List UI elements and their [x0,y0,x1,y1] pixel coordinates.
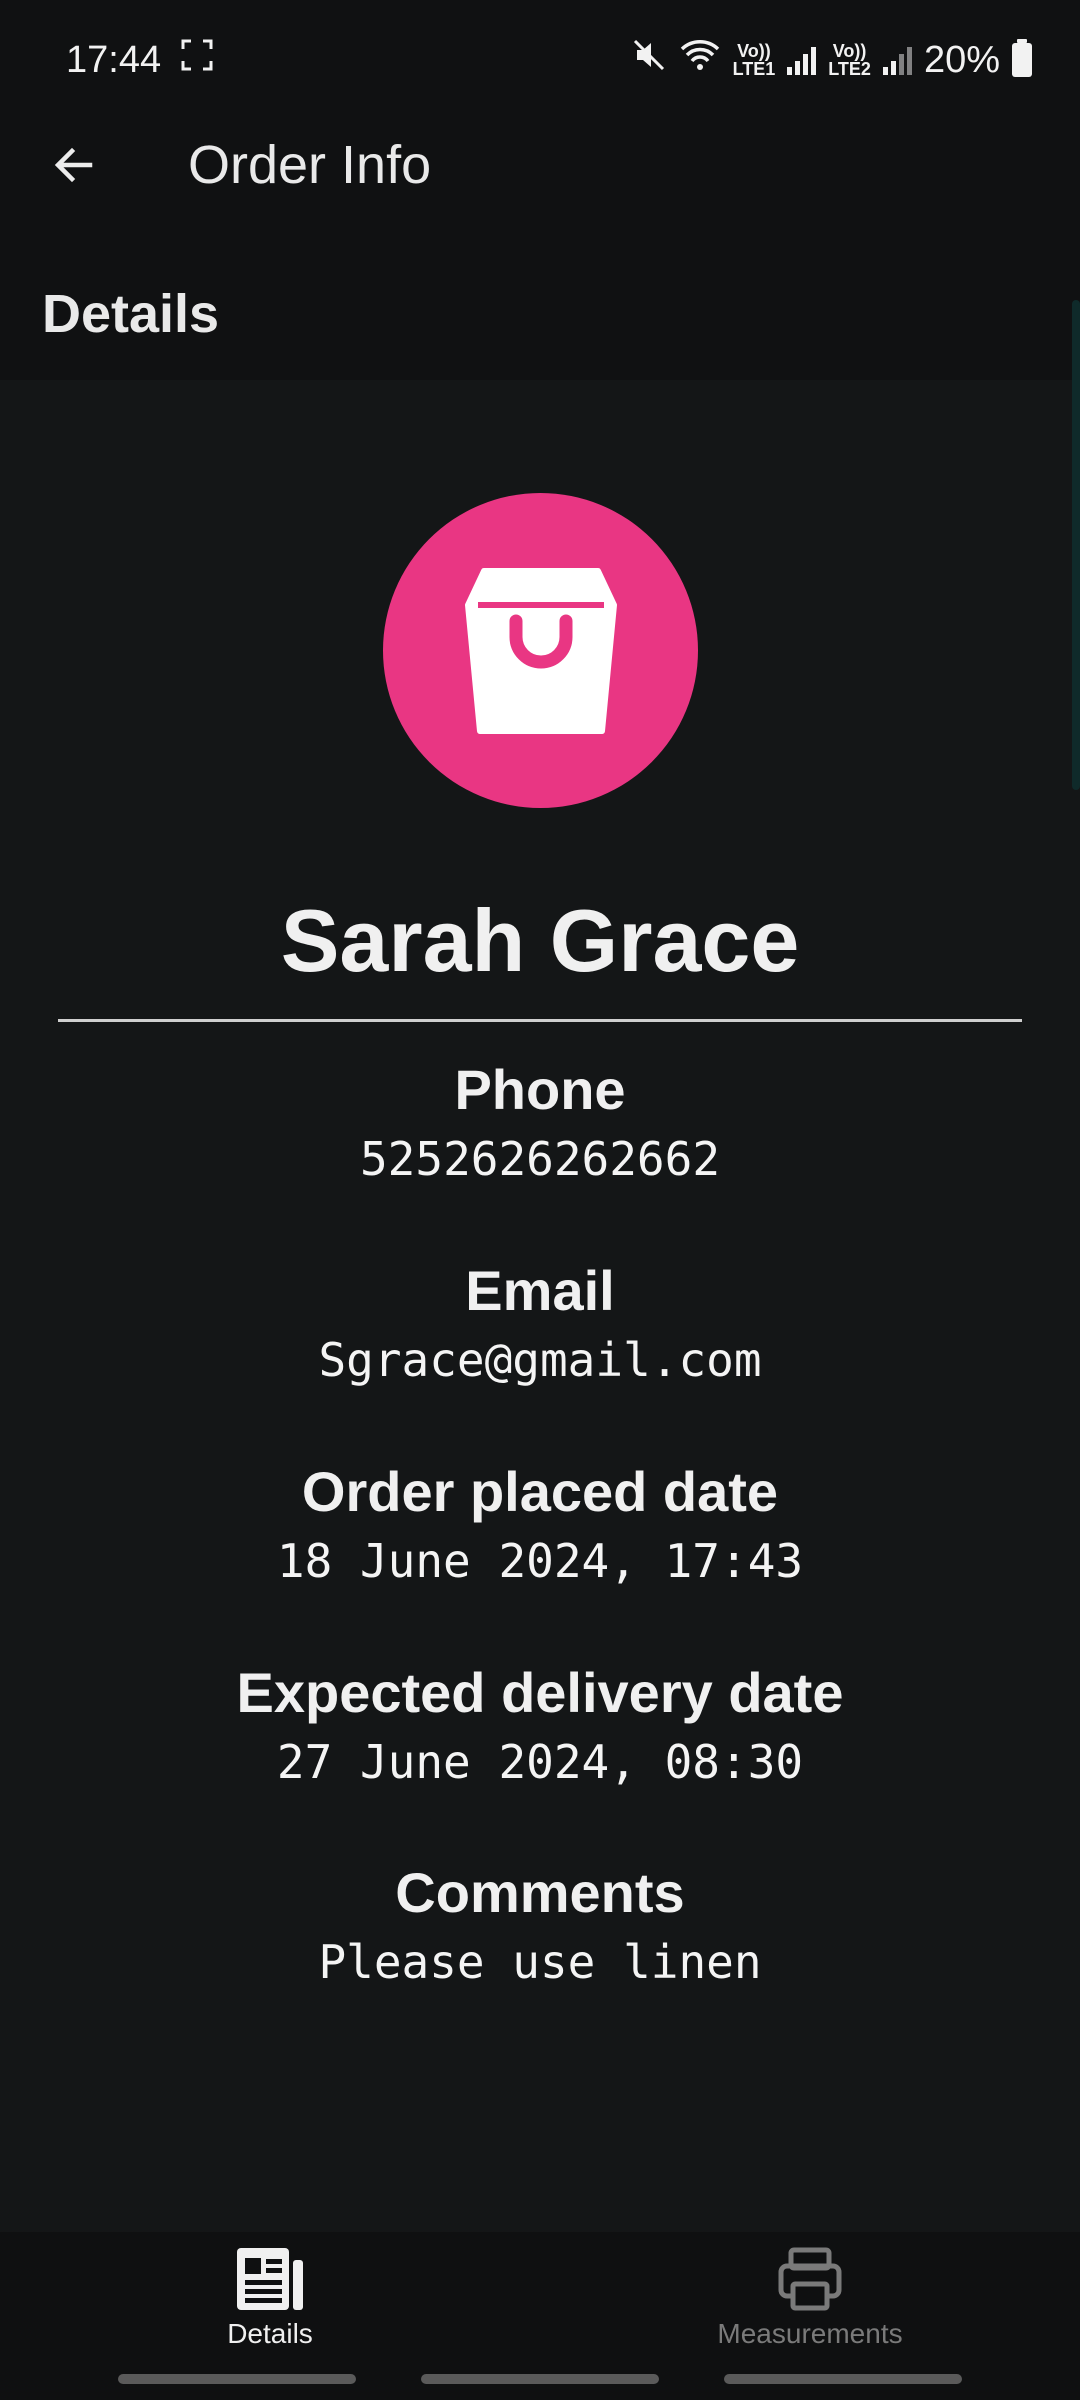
order-placed-field: Order placed date 18 June 2024, 17:43 [0,1460,1080,1594]
screenshot-icon [179,37,215,83]
section-title-label: Details [42,284,220,344]
field-label: Expected delivery date [236,1661,844,1724]
status-time: 17:44 [66,38,162,81]
arrow-left-icon [54,147,93,183]
sim1-label: Vo)) LTE1 [732,41,776,79]
field-label: Email [465,1259,615,1322]
scroll-indicator [1072,300,1080,790]
gesture-navigation-bar [0,2374,1080,2386]
section-title: Details [0,248,1080,380]
signal-icon [787,45,817,75]
comments-field: Comments Please use linen [0,1861,1080,1995]
email-value: Sgrace@gmail.com [318,1333,762,1387]
delivery-date-field: Expected delivery date 27 June 2024, 08:… [0,1661,1080,1795]
phone-value: 5252626262662 [359,1132,721,1186]
order-placed-value: 18 June 2024, 17:43 [276,1534,804,1588]
field-label: Order placed date [301,1460,779,1523]
newspaper-icon [237,2248,303,2310]
divider [58,1019,1022,1022]
wifi-icon [679,37,721,83]
field-label: Comments [395,1861,685,1924]
back-button[interactable] [38,129,110,201]
app-bar: Order Info [0,120,1080,210]
nav-label: Details [227,2318,313,2349]
email-field: Email Sgrace@gmail.com [0,1259,1080,1393]
signal-icon [882,45,912,75]
phone-field: Phone 5252626262662 [0,1058,1080,1192]
customer-name: Sarah Grace [280,891,800,990]
delivery-date-value: 27 June 2024, 08:30 [276,1735,804,1789]
comments-value: Please use linen [318,1935,762,1989]
sim2-label: Vo)) LTE2 [828,41,871,79]
battery-percent: 20% [923,38,1000,81]
status-bar: 17:44 Vo)) LTE1 Vo)) LTE2 20% [0,0,1080,120]
field-label: Phone [454,1058,626,1121]
mute-icon [631,37,667,83]
battery-icon [1012,39,1032,77]
shopping-bag-icon [464,567,617,734]
avatar [383,493,698,808]
nav-label: Measurements [717,2318,903,2349]
page-title: Order Info [188,135,432,195]
printer-icon [778,2247,842,2311]
